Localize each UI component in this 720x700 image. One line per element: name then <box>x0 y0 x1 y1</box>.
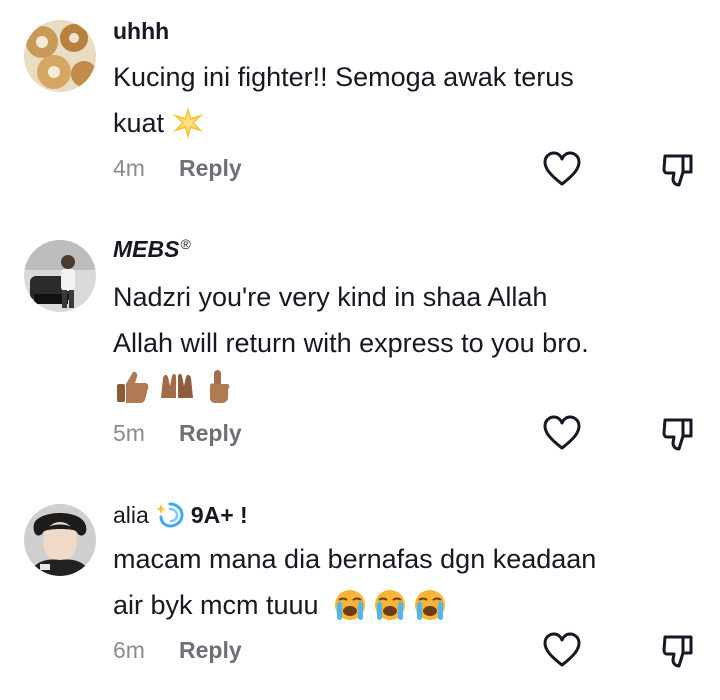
reply-button[interactable]: Reply <box>179 637 242 664</box>
comment-text-line: macam mana dia bernafas dgn keadaan <box>113 544 597 574</box>
comment-item: alia 9A+ ! macam mana dia bernafas dgn k… <box>0 0 720 700</box>
timestamp: 6m <box>113 637 145 663</box>
username[interactable]: alia 9A+ ! <box>113 500 248 530</box>
username-badge-text: 9A+ ! <box>190 501 248 528</box>
loudly-crying-face-icon <box>414 590 445 620</box>
comment-meta: 6m Reply <box>113 637 242 664</box>
avatar[interactable] <box>24 504 96 576</box>
comment-text-line: air byk mcm tuuu <box>113 582 683 628</box>
heart-icon[interactable] <box>543 632 581 668</box>
username-text[interactable]: alia <box>113 502 149 529</box>
dislike-icon[interactable] <box>660 633 696 669</box>
loudly-crying-face-icon <box>334 590 365 620</box>
comment-text-line-2: air byk mcm tuuu <box>113 590 319 620</box>
loudly-crying-face-icon <box>374 590 405 620</box>
comment-text: macam mana dia bernafas dgn keadaan air … <box>113 536 683 628</box>
dizzy-icon <box>155 502 184 528</box>
